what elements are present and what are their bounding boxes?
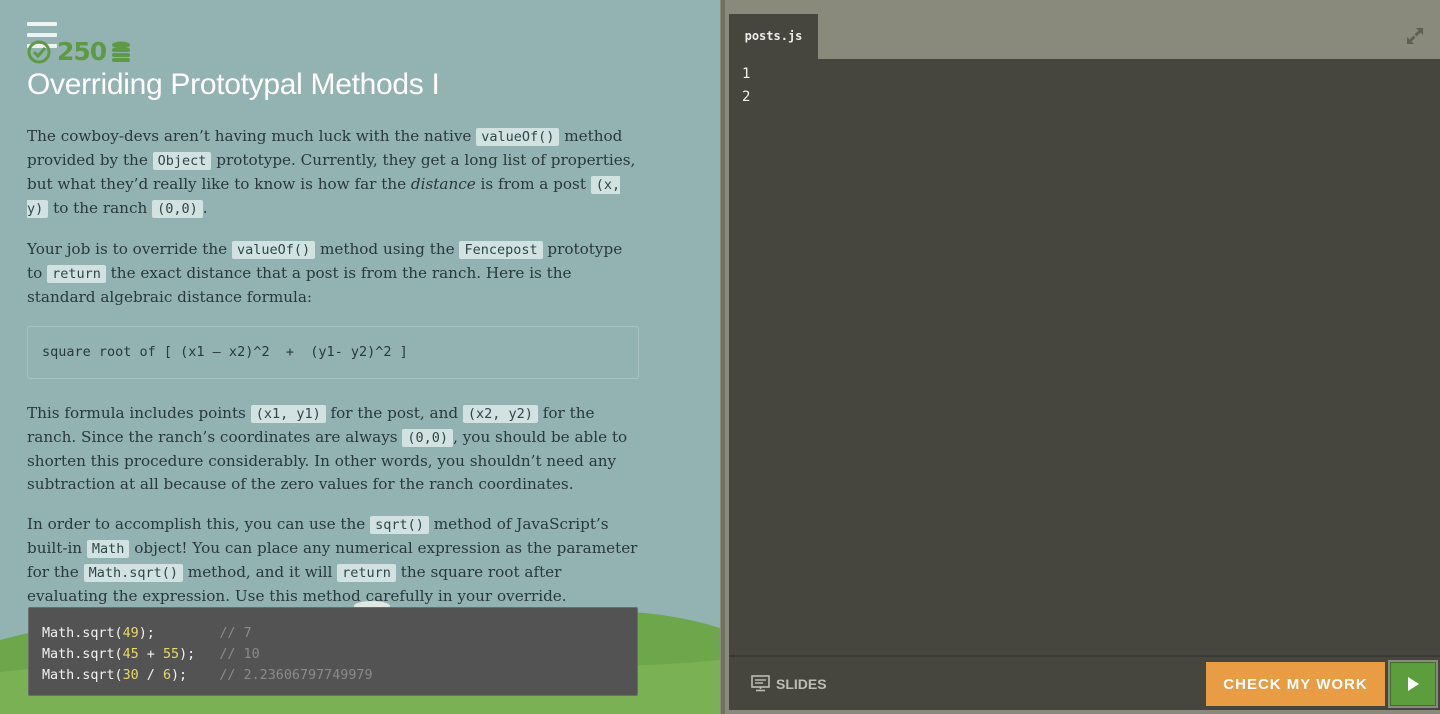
emphasis-text: distance bbox=[410, 175, 476, 193]
inline-code: Math.sqrt() bbox=[83, 564, 183, 582]
expand-icon[interactable] bbox=[1405, 26, 1425, 46]
inline-code: (0,0) bbox=[152, 200, 203, 218]
points-display: 250 bbox=[27, 38, 132, 66]
code-line: Math.sqrt(30 / 6); // 2.23606797749979 bbox=[42, 668, 373, 683]
code-comment: // 10 bbox=[219, 647, 260, 662]
instruction-paragraph-3: This formula includes points (x1, y1) fo… bbox=[27, 404, 628, 493]
challenge-panel: 250 Overriding Prototypal Methods I The … bbox=[0, 0, 720, 714]
code-line: Math.sqrt(45 + 55); // 10 bbox=[42, 647, 260, 662]
check-circle-icon bbox=[27, 40, 51, 64]
inline-code: valueOf() bbox=[476, 128, 560, 146]
inline-code: sqrt() bbox=[370, 516, 429, 534]
instruction-paragraph-4: In order to accomplish this, you can use… bbox=[27, 515, 638, 605]
code-editor[interactable]: 1 2 bbox=[729, 59, 1440, 655]
presentation-icon bbox=[751, 675, 770, 692]
code-comment: // 2.23606797749979 bbox=[219, 668, 373, 683]
inline-code: return bbox=[47, 265, 106, 283]
inline-code: Object bbox=[152, 152, 212, 170]
points-value: 250 bbox=[57, 37, 107, 66]
check-my-work-button[interactable]: CHECK MY WORK bbox=[1206, 662, 1385, 706]
play-icon bbox=[1408, 677, 1419, 691]
example-code-block: Math.sqrt(49); // 7 Math.sqrt(45 + 55); /… bbox=[28, 607, 638, 696]
code-line: Math.sqrt(49); // 7 bbox=[42, 626, 252, 641]
inline-code: (x1, y1) bbox=[250, 405, 326, 423]
coins-icon bbox=[112, 41, 131, 62]
instruction-paragraph-1: The cowboy-devs aren’t having much luck … bbox=[27, 127, 636, 218]
instructions: The cowboy-devs aren’t having much luck … bbox=[27, 125, 639, 625]
inline-code: Math bbox=[86, 540, 130, 558]
line-number-gutter: 1 2 bbox=[742, 63, 750, 109]
inline-code: valueOf() bbox=[232, 241, 316, 259]
editor-panel: posts.js 1 2 SLIDES CHECK MY WORK bbox=[721, 0, 1440, 714]
slides-label: SLIDES bbox=[776, 675, 827, 692]
line-number: 2 bbox=[742, 89, 751, 105]
inline-code: (0,0) bbox=[402, 429, 454, 447]
line-number: 1 bbox=[742, 66, 751, 82]
code-comment: // 7 bbox=[219, 626, 252, 641]
inline-code: (x2, y2) bbox=[462, 405, 538, 423]
slides-button[interactable]: SLIDES bbox=[751, 675, 827, 692]
run-button[interactable] bbox=[1388, 660, 1438, 708]
editor-footer: SLIDES CHECK MY WORK bbox=[729, 655, 1440, 710]
challenge-title: Overriding Prototypal Methods I bbox=[27, 68, 440, 101]
instruction-paragraph-2: Your job is to override the valueOf() me… bbox=[27, 240, 623, 306]
file-tab-posts-js[interactable]: posts.js bbox=[729, 14, 818, 59]
inline-code: Fencepost bbox=[459, 241, 543, 259]
distance-formula: square root of [ (x1 – x2)^2 + (y1- y2)^… bbox=[27, 326, 639, 379]
inline-code: return bbox=[337, 564, 396, 582]
